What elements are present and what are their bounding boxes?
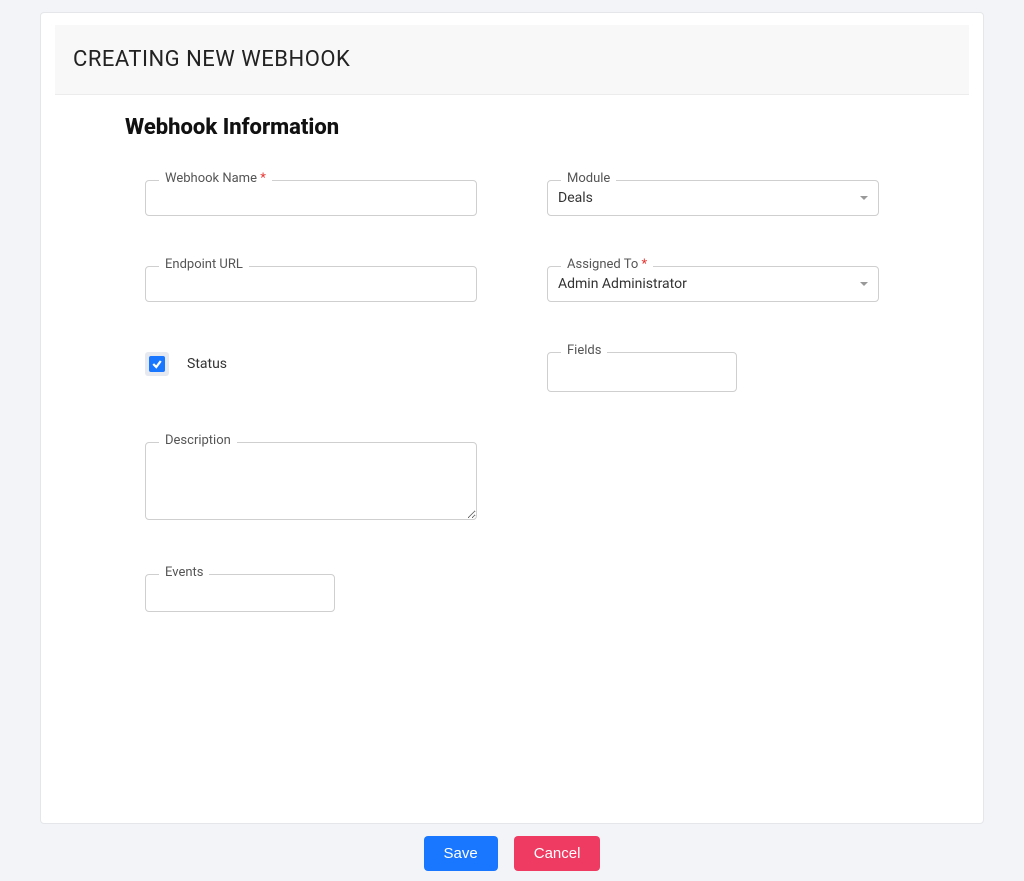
assigned-to-value: Admin Administrator bbox=[558, 276, 687, 292]
save-button[interactable]: Save bbox=[424, 836, 498, 871]
footer-bar: Save Cancel bbox=[0, 825, 1024, 881]
page-wrapper: CREATING NEW WEBHOOK Webhook Information… bbox=[0, 0, 1024, 824]
chevron-down-icon bbox=[860, 196, 868, 200]
webhook-name-label: Webhook Name * bbox=[159, 171, 272, 187]
fields-label: Fields bbox=[561, 343, 607, 359]
field-fields: Fields bbox=[547, 352, 879, 392]
module-value: Deals bbox=[558, 190, 593, 206]
card-header: CREATING NEW WEBHOOK bbox=[55, 25, 969, 95]
field-description: Description bbox=[145, 442, 477, 524]
description-label: Description bbox=[159, 433, 237, 449]
status-label: Status bbox=[187, 356, 227, 372]
required-marker: * bbox=[260, 171, 266, 186]
form-row: Webhook Name * Module Deals bbox=[145, 180, 943, 216]
cancel-button[interactable]: Cancel bbox=[514, 836, 601, 871]
events-label: Events bbox=[159, 565, 209, 581]
endpoint-url-label: Endpoint URL bbox=[159, 257, 249, 273]
check-icon bbox=[149, 356, 165, 372]
field-events: Events bbox=[145, 574, 335, 612]
page-title: CREATING NEW WEBHOOK bbox=[73, 47, 951, 72]
form-row: Status Fields bbox=[145, 352, 943, 392]
form-area: Webhook Name * Module Deals bbox=[41, 140, 983, 612]
form-row: Endpoint URL Assigned To * Admin Adminis… bbox=[145, 266, 943, 302]
field-assigned-to: Assigned To * Admin Administrator bbox=[547, 266, 879, 302]
required-marker: * bbox=[642, 257, 648, 272]
chevron-down-icon bbox=[860, 282, 868, 286]
form-row: Description bbox=[145, 442, 943, 524]
section-title: Webhook Information bbox=[125, 115, 983, 140]
field-webhook-name: Webhook Name * bbox=[145, 180, 477, 216]
module-label: Module bbox=[561, 171, 616, 187]
field-endpoint-url: Endpoint URL bbox=[145, 266, 477, 302]
form-row: Events bbox=[145, 574, 943, 612]
assigned-to-label: Assigned To * bbox=[561, 257, 653, 273]
form-card: CREATING NEW WEBHOOK Webhook Information… bbox=[40, 12, 984, 824]
description-input[interactable] bbox=[145, 442, 477, 520]
status-checkbox[interactable] bbox=[145, 352, 169, 376]
field-module: Module Deals bbox=[547, 180, 879, 216]
field-status: Status bbox=[145, 352, 477, 376]
